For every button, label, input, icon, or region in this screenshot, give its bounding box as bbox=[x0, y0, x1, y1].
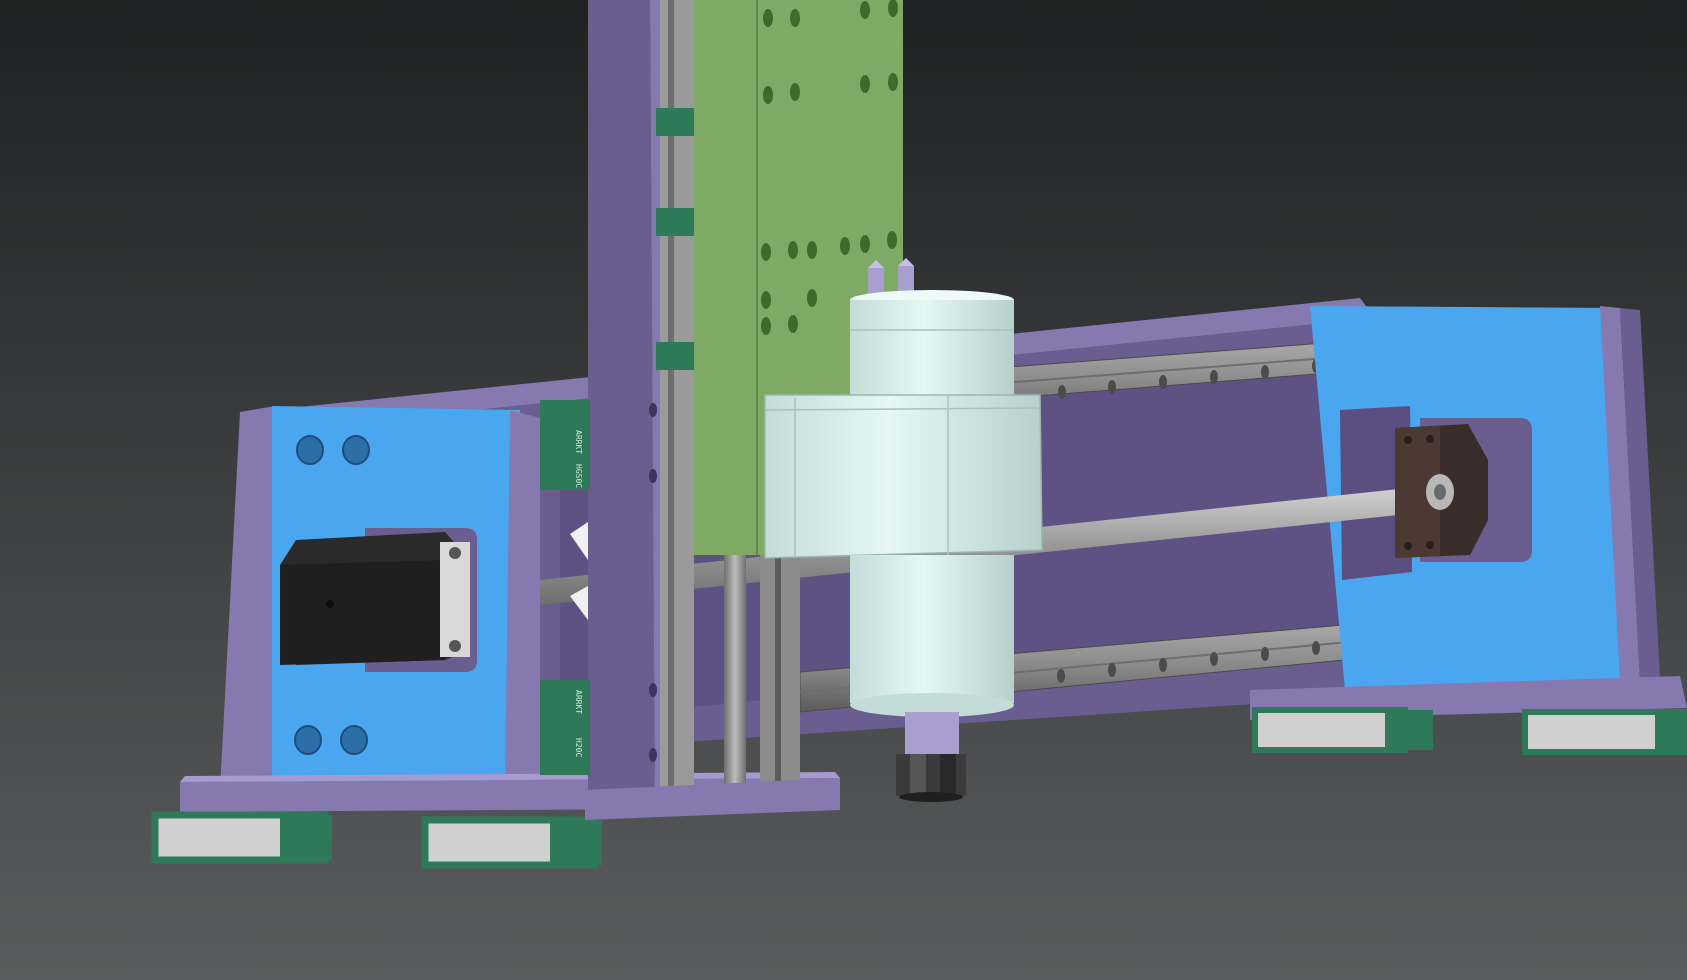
vertical-rail-groove bbox=[775, 555, 781, 790]
foot-block-green bbox=[1655, 712, 1687, 752]
guide-block bbox=[656, 208, 698, 236]
spindle-nose bbox=[905, 712, 959, 758]
rail-block-upper[interactable]: ARRKT HGS0C bbox=[540, 400, 590, 490]
bearing-bore bbox=[1434, 484, 1446, 500]
rail-block-lower[interactable]: ARRKT H20C bbox=[540, 680, 590, 775]
column-main bbox=[588, 0, 655, 810]
motor-screw bbox=[449, 640, 461, 652]
collet-bottom bbox=[899, 792, 963, 802]
foot-block-green bbox=[280, 815, 332, 860]
rail-block-code: HGS0C bbox=[574, 464, 583, 488]
vertical-guide-rod[interactable] bbox=[724, 555, 746, 790]
rail-block-marking: ARRKT bbox=[574, 690, 583, 714]
motor-front bbox=[280, 560, 445, 665]
foot-block-green bbox=[1385, 710, 1433, 750]
collet-facet bbox=[940, 754, 956, 796]
collet-facet bbox=[910, 754, 926, 796]
foot-block bbox=[1252, 707, 1408, 753]
foot-block-green bbox=[550, 820, 602, 865]
guide-block bbox=[656, 342, 698, 370]
spindle-top-body bbox=[850, 300, 1014, 395]
motor-shaft-hole bbox=[326, 600, 334, 608]
bearing-bolt bbox=[1426, 541, 1434, 549]
left-plate-right-edge bbox=[505, 410, 540, 790]
bearing-bolt bbox=[1426, 435, 1434, 443]
guide-block bbox=[656, 108, 698, 136]
bearing-block[interactable] bbox=[1395, 424, 1488, 558]
spindle-lower-body bbox=[850, 555, 1014, 703]
cnc-machine-model[interactable]: ARRKT HGS0C ARRKT H20C bbox=[0, 0, 1687, 980]
z-axis-column[interactable] bbox=[588, 0, 698, 810]
bearing-bolt bbox=[1404, 542, 1412, 550]
rail-block-code: H20C bbox=[574, 738, 583, 757]
spindle-clamp bbox=[764, 394, 1043, 559]
motor-end-cap bbox=[440, 542, 470, 657]
motor-screw bbox=[449, 547, 461, 559]
cad-3d-viewport[interactable]: ARRKT HGS0C ARRKT H20C bbox=[0, 0, 1687, 980]
bearing-bolt bbox=[1404, 436, 1412, 444]
stepper-motor[interactable] bbox=[280, 532, 470, 665]
rail-block-marking: ARRKT bbox=[574, 430, 583, 454]
